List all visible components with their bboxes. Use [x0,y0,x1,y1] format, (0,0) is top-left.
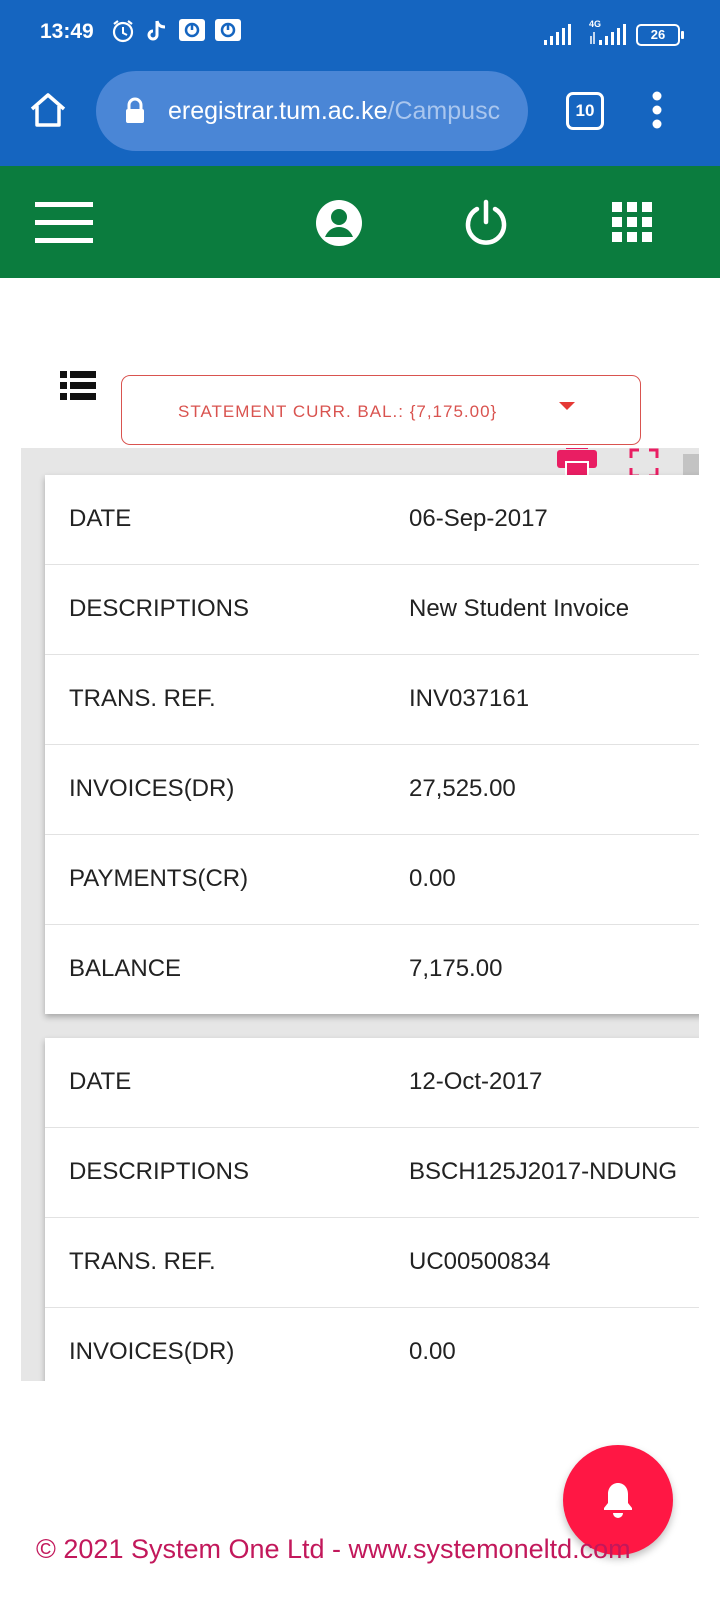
app-notification-icon [215,19,241,41]
table-row: DESCRIPTIONS New Student Invoice [45,565,699,655]
table-row: DESCRIPTIONS BSCH125J2017-NDUNG [45,1128,699,1218]
row-label: DATE [69,505,132,532]
statement-record-card: DATE 12-Oct-2017 DESCRIPTIONS BSCH125J2017… [45,1038,699,1381]
table-row: INVOICES(DR) 0.00 [45,1308,699,1381]
row-label: DESCRIPTIONS [69,1158,250,1185]
footer-copyright: © 2021 System One Ltd - www.systemoneltd… [36,1534,631,1564]
status-time: 13:49 [40,20,94,43]
row-label: PAYMENTS(CR) [69,865,249,892]
battery-icon: 26 [636,24,684,46]
row-value: INV037161 [409,685,530,712]
statement-select-label: STATEMENT CURR. BAL.: {7,175.00} [178,402,498,421]
row-value: 06-Sep-2017 [409,505,548,532]
row-label: BALANCE [69,955,182,982]
statement-record-card: DATE 06-Sep-2017 DESCRIPTIONS New Student … [45,475,699,1014]
table-row: DATE 12-Oct-2017 [45,1038,699,1128]
bell-icon [604,1483,632,1518]
table-row: TRANS. REF. INV037161 [45,655,699,745]
row-value: BSCH125J2017-NDUNG [409,1158,678,1185]
more-vert-icon[interactable] [650,90,664,130]
url-text: eregistrar.tum.ac.ke/Campusc [168,97,500,126]
statement-select[interactable]: STATEMENT CURR. BAL.: {7,175.00} [121,375,641,445]
table-row: DATE 06-Sep-2017 [45,475,699,565]
table-row: PAYMENTS(CR) 0.00 [45,835,699,925]
row-value: 27,525.00 [409,775,516,802]
row-value: 0.00 [409,1338,456,1365]
status-bar: 13:49 4G 26 [0,0,720,62]
home-icon[interactable] [28,90,68,130]
row-label: DATE [69,1068,132,1095]
address-bar[interactable]: eregistrar.tum.ac.ke/Campusc [96,71,528,151]
power-icon[interactable] [463,199,509,245]
row-label: DESCRIPTIONS [69,595,250,622]
app-notification-icon [179,19,205,41]
signal-icon [544,24,571,45]
row-label: TRANS. REF. [69,1248,216,1275]
tabs-button[interactable]: 10 [566,92,604,130]
account-icon[interactable] [315,199,363,247]
row-value: 0.00 [409,865,456,892]
print-icon[interactable] [556,448,598,478]
statement-panel: DATE 06-Sep-2017 DESCRIPTIONS New Student … [21,448,699,1381]
row-label: INVOICES(DR) [69,775,235,802]
row-value: UC00500834 [409,1248,551,1275]
browser-toolbar: eregistrar.tum.ac.ke/Campusc 10 [0,62,720,166]
alarm-icon [112,20,134,43]
row-value: 7,175.00 [409,955,503,982]
tiktok-icon [147,20,166,41]
row-label: INVOICES(DR) [69,1338,235,1365]
signal-4g-icon [590,24,626,45]
table-row: TRANS. REF. UC00500834 [45,1218,699,1308]
lock-icon [126,97,144,123]
row-value: 12-Oct-2017 [409,1068,543,1095]
url-path: /Campusc [387,97,501,125]
table-row: BALANCE 7,175.00 [45,925,699,1014]
table-row: INVOICES(DR) 27,525.00 [45,745,699,835]
apps-grid-icon[interactable] [611,201,653,243]
url-host: eregistrar.tum.ac.ke [168,97,388,125]
app-header [0,166,720,278]
list-view-icon[interactable] [60,370,96,402]
chevron-down-icon [559,402,575,410]
row-value: New Student Invoice [409,595,630,622]
fullscreen-icon[interactable] [629,448,659,478]
menu-icon[interactable] [35,202,93,243]
row-label: TRANS. REF. [69,685,216,712]
